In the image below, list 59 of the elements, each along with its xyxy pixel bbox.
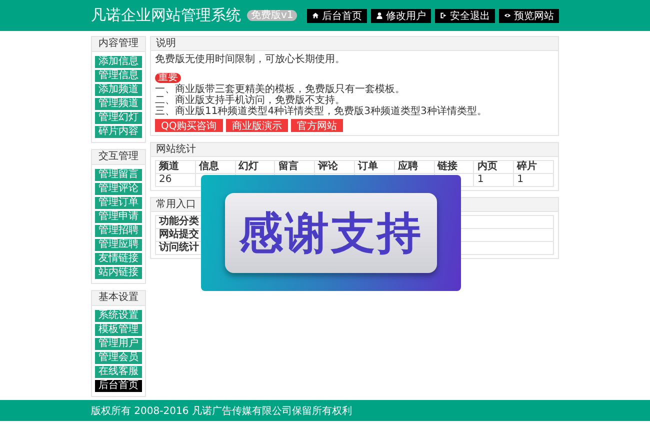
menu-item[interactable]: 管理用户 [95,338,142,350]
panel-heading: 网站统计 [151,143,558,157]
menu-item[interactable]: 管理频道 [95,98,142,110]
menu-heading: 基本设置 [92,291,145,306]
notice-text: 一、商业版带三套更精美的模板，免费版只有一套模板。 [155,84,406,95]
menu-item[interactable]: 在线客服 [95,366,142,378]
version-badge: 免费版v1 [247,10,298,21]
menu-item[interactable]: 添加信息 [95,56,142,68]
table-cell: 1 [517,174,524,185]
row-label: 功能分类 [159,216,199,227]
column-header: 内页 [474,160,514,174]
link-button[interactable]: QQ购买咨询 [155,119,223,132]
menu-item[interactable]: 后台首页 [95,380,142,392]
table-cell: 26 [159,174,172,185]
link-button[interactable]: 商业版演示 [226,119,288,132]
header-button[interactable]: 后台首页 [307,8,367,22]
menu-item[interactable]: 管理评论 [95,183,142,195]
menu-item[interactable]: 模板管理 [95,324,142,336]
column-header: 评论 [314,160,354,174]
column-header: 频道 [156,160,196,174]
menu-item[interactable]: 友情链接 [95,253,142,265]
menu-item[interactable]: 碎片内容 [95,126,142,138]
menu-item[interactable]: 管理留言 [95,169,142,181]
copyright-text: 版权所有 2008-2016 凡诺广告传媒有限公司保留所有权利 [91,404,352,418]
column-header: 链接 [434,160,474,174]
menu-item[interactable]: 站内链接 [95,267,142,279]
user-icon [376,12,383,19]
header-button[interactable]: 修改用户 [371,8,431,22]
notice-text: 二、商业版支持手机访问，免费版不支持。 [155,95,345,106]
notice-text: 三、商业版11种频道类型4种详情类型，免费版3种频道类型3种详情类型。 [155,106,488,117]
menu-item[interactable]: 管理幻灯 [95,112,142,124]
table-cell: 1 [477,174,484,185]
header-button[interactable]: 安全退出 [435,8,495,22]
panel-heading: 说明 [151,37,558,51]
menu-heading: 内容管理 [92,37,145,52]
notice-text: 免费版无使用时间限制，可放心长期使用。 [155,54,346,65]
home-icon [312,12,319,19]
menu-item[interactable]: 管理订单 [95,197,142,209]
menu-item[interactable]: 管理会员 [95,352,142,364]
menu-heading: 交互管理 [92,150,145,165]
column-header: 应聘 [394,160,434,174]
menu-item[interactable]: 系统设置 [95,310,142,322]
column-header: 信息 [195,160,236,174]
menu-item[interactable]: 管理应聘 [95,239,142,251]
column-header: 碎片 [514,160,554,174]
menu-item[interactable]: 管理招聘 [95,225,142,237]
column-header: 留言 [274,160,315,174]
menu-item[interactable]: 管理信息 [95,70,142,82]
eye-icon [504,12,511,19]
row-label: 访问统计 [159,242,199,253]
row-label: 网站提交 [159,229,199,240]
header-button[interactable]: 预览网站 [499,8,559,22]
link-button[interactable]: 官方网站 [290,119,343,132]
sign-out-icon [440,12,447,19]
menu-item[interactable]: 管理申请 [95,211,142,223]
menu-item[interactable]: 添加频道 [95,84,142,96]
site-title: 凡诺企业网站管理系统 [91,6,241,25]
column-header: 订单 [354,160,394,174]
column-header: 幻灯 [235,160,275,174]
